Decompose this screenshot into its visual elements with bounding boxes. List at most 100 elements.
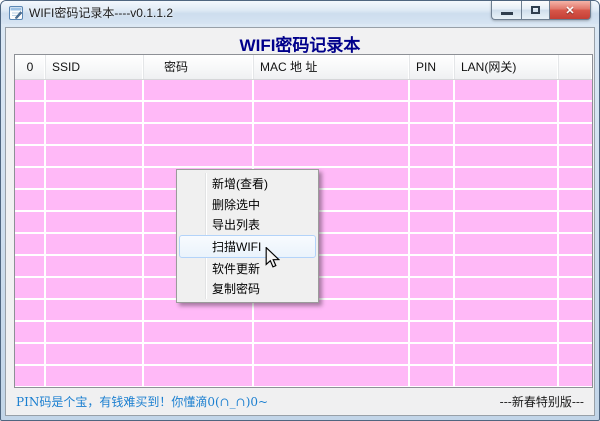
minimize-button[interactable] <box>491 1 521 20</box>
table-cell <box>144 80 254 102</box>
table-cell <box>455 124 559 146</box>
table-cell <box>559 344 592 366</box>
table-cell <box>559 190 592 212</box>
menu-item-5[interactable]: 软件更新 <box>177 258 318 279</box>
context-menu: 新增(查看) 删除选中 导出列表 扫描WIFI 软件更新 复制密码 <box>176 169 319 303</box>
table-row[interactable] <box>15 146 592 168</box>
table-cell <box>559 234 592 256</box>
table-cell <box>254 124 410 146</box>
edition-label: ---新春特别版--- <box>499 395 584 409</box>
menu-item-3[interactable]: 导出列表 <box>177 214 318 235</box>
menu-item-2[interactable]: 删除选中 <box>177 194 318 215</box>
table-cell <box>46 234 144 256</box>
table-cell <box>15 278 46 300</box>
app-window: WIFI密码记录本----v0.1.1.2 ✕ WIFI密码记录本 0 SSID 密… <box>0 0 600 421</box>
table-cell <box>144 344 254 366</box>
table-cell <box>254 322 410 344</box>
table-cell <box>46 168 144 190</box>
table-cell <box>455 366 559 387</box>
notepad-pen-icon[interactable] <box>8 5 24 21</box>
table-cell <box>15 124 46 146</box>
table-cell <box>15 212 46 234</box>
table-cell <box>410 322 455 344</box>
table-cell <box>254 146 410 168</box>
table-row[interactable] <box>15 366 592 387</box>
table-cell <box>144 124 254 146</box>
maximize-button[interactable] <box>521 1 549 20</box>
table-cell <box>15 300 46 322</box>
window-controls: ✕ <box>491 1 591 20</box>
table-row[interactable] <box>15 322 592 344</box>
maximize-icon <box>531 6 540 14</box>
table-cell <box>410 256 455 278</box>
close-icon: ✕ <box>565 4 575 17</box>
table-cell <box>46 322 144 344</box>
table-row[interactable] <box>15 300 592 322</box>
status-message: PIN码是个宝，有钱难买到！你懂滴0(∩_∩)0~ <box>16 395 269 409</box>
table-cell <box>455 168 559 190</box>
table-cell <box>559 212 592 234</box>
column-header[interactable]: SSID <box>46 55 144 79</box>
column-header[interactable]: LAN(网关) <box>455 55 559 79</box>
table-cell <box>15 190 46 212</box>
table-cell <box>144 300 254 322</box>
table-cell <box>455 80 559 102</box>
table-cell <box>15 80 46 102</box>
table-cell <box>410 234 455 256</box>
table-cell <box>559 256 592 278</box>
table-cell <box>559 102 592 124</box>
table-cell <box>144 366 254 387</box>
table-cell <box>15 234 46 256</box>
menu-item-1[interactable]: 新增(查看) <box>177 173 318 194</box>
close-button[interactable]: ✕ <box>549 1 591 20</box>
table-cell <box>15 256 46 278</box>
table-cell <box>559 322 592 344</box>
table-cell <box>455 190 559 212</box>
table-cell <box>46 124 144 146</box>
table-cell <box>46 366 144 387</box>
table-cell <box>46 80 144 102</box>
table-row[interactable] <box>15 80 592 102</box>
table-cell <box>410 278 455 300</box>
window-title: WIFI密码记录本----v0.1.1.2 <box>29 6 174 20</box>
table-row[interactable] <box>15 344 592 366</box>
table-cell <box>46 190 144 212</box>
table-cell <box>559 300 592 322</box>
table-cell <box>455 278 559 300</box>
column-header[interactable]: MAC 地 址 <box>254 55 410 79</box>
table-cell <box>455 234 559 256</box>
page-title: WIFI密码记录本 <box>239 36 361 55</box>
table-cell <box>46 146 144 168</box>
table-cell <box>455 146 559 168</box>
title-bar[interactable]: WIFI密码记录本----v0.1.1.2 ✕ <box>1 1 599 24</box>
table-cell <box>15 168 46 190</box>
table-cell <box>144 146 254 168</box>
table-cell <box>15 366 46 387</box>
table-row[interactable] <box>15 124 592 146</box>
minimize-icon <box>500 12 513 15</box>
table-cell <box>455 322 559 344</box>
table-cell <box>559 278 592 300</box>
table-cell <box>254 366 410 387</box>
table-header: 0 SSID 密码 MAC 地 址 PIN LAN(网关) <box>15 55 592 80</box>
menu-item-4[interactable]: 扫描WIFI <box>179 235 316 258</box>
table-cell <box>46 212 144 234</box>
table-row[interactable] <box>15 102 592 124</box>
table-cell <box>455 344 559 366</box>
column-header[interactable]: 密码 <box>144 55 254 79</box>
menu-item-6[interactable]: 复制密码 <box>177 278 318 299</box>
column-header[interactable]: 0 <box>15 55 46 79</box>
column-header[interactable] <box>559 55 592 79</box>
table-cell <box>15 102 46 124</box>
table-cell <box>410 300 455 322</box>
column-header[interactable]: PIN <box>410 55 455 79</box>
table-cell <box>254 344 410 366</box>
table-cell <box>410 124 455 146</box>
table-cell <box>46 300 144 322</box>
table-cell <box>46 278 144 300</box>
table-cell <box>410 146 455 168</box>
table-cell <box>410 344 455 366</box>
table-cell <box>455 102 559 124</box>
table-cell <box>455 300 559 322</box>
table-cell <box>15 322 46 344</box>
